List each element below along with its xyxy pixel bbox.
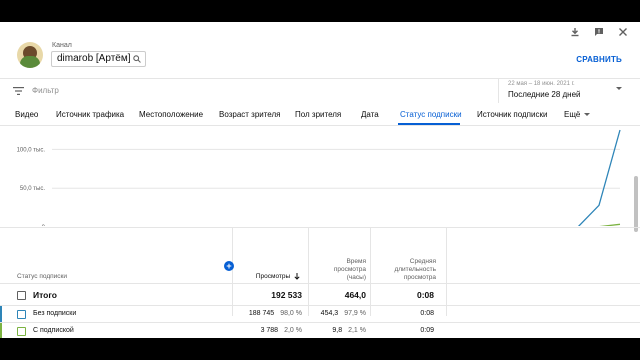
channel-name: dimarob [Артём] [57,53,131,64]
row-views-pct: 2,0 % [284,327,302,334]
table-row: С подпиской 3 788 2,0 % 9,8 2,1 % 0:09 [0,322,640,338]
tab-viewer-age[interactable]: Возраст зрителя [219,110,281,119]
total-checkbox[interactable] [17,291,26,300]
tab-more-label: Ещё [564,110,581,119]
row-watch-time-value: 9,8 [332,327,343,334]
tab-subscription-status[interactable]: Статус подписки [400,110,462,119]
row-watch-time: 454,3 97,9 % [308,310,366,317]
channel-avatar [17,42,43,68]
channel-selector[interactable]: dimarob [Артём] [51,51,146,67]
row-avg-duration: 0:08 [420,310,434,317]
table-row: Без подписки 188 745 98,0 % 454,3 97,9 % 0… [0,305,640,322]
views-header[interactable]: Просмотры [236,273,300,281]
row-views-value: 3 788 [260,327,279,334]
tab-more[interactable]: Ещё [564,110,591,119]
series-color-mark [0,323,2,338]
row-views: 3 788 2,0 % [232,327,302,334]
channel-label: Канал [52,42,72,49]
watch-time-header-line3: (часы) [346,274,366,281]
top-toolbar [570,27,628,37]
row-watch-time-pct: 97,9 % [344,310,366,317]
add-metric-button[interactable]: + [224,261,234,271]
series-checkbox[interactable] [17,310,26,319]
total-views: 192 533 [271,290,302,300]
row-label: Без подписки [33,310,77,317]
filter-bar: Фильтр 22 мая – 18 июн. 2021 г. Последни… [0,78,640,103]
tab-date[interactable]: Дата [361,110,379,119]
row-views: 188 745 98,0 % [232,310,302,317]
total-label: Итого [33,290,57,300]
row-label: С подпиской [33,327,74,334]
chevron-down-icon [584,113,591,117]
tab-viewer-gender[interactable]: Пол зрителя [295,110,341,119]
views-header-label: Просмотры [255,273,291,281]
series-color-mark [0,306,2,322]
tab-location[interactable]: Местоположение [139,110,203,119]
feedback-icon[interactable] [594,27,604,37]
chart-svg: 100,0 тыс.50,0 тыс.022 мая 2021 г.27 мая… [17,129,621,226]
line-chart: 100,0 тыс.50,0 тыс.022 мая 2021 г.27 мая… [0,126,640,232]
download-icon[interactable] [570,27,580,37]
avg-duration-header-line3: просмотра [403,274,436,281]
date-range-selector[interactable]: 22 мая – 18 июн. 2021 г. Последние 28 дн… [498,79,638,103]
data-table: + Статус подписки Просмотры Время просмо… [0,227,640,338]
avg-duration-header[interactable]: Средняя длительность просмотра [372,258,436,282]
y-tick-label: 100,0 тыс. [17,147,46,153]
date-range-text: 22 мая – 18 июн. 2021 г. [508,81,575,87]
y-tick-label: 50,0 тыс. [20,186,45,192]
series-line [577,129,621,226]
row-watch-time: 9,8 2,1 % [308,327,366,334]
date-period-label: Последние 28 дней [508,90,581,99]
active-tab-indicator [398,123,460,125]
tab-video[interactable]: Видео [15,110,38,119]
avg-duration-header-line1: Средняя [409,258,436,265]
table-row-total: Итого 192 533 464,0 0:08 [0,283,640,305]
y-tick-label: 0 [42,225,46,226]
row-views-value: 188 745 [248,310,275,317]
filter-icon[interactable] [13,87,24,95]
series-line [599,223,621,226]
series-checkbox[interactable] [17,327,26,336]
total-watch-time: 464,0 [344,290,366,300]
tab-subscription-source[interactable]: Источник подписки [477,110,547,119]
watch-time-header-line1: Время [346,258,366,265]
watch-time-header[interactable]: Время просмотра (часы) [310,258,366,282]
scrollbar[interactable] [634,176,638,232]
sort-down-icon [294,273,300,280]
row-watch-time-value: 454,3 [320,310,339,317]
row-views-pct: 98,0 % [280,310,302,317]
close-icon[interactable] [618,27,628,37]
report-tabs: Видео Источник трафика Местоположение Во… [0,104,640,126]
watch-time-header-line2: просмотра [333,266,366,273]
dimension-header: Статус подписки [17,273,68,280]
row-watch-time-pct: 2,1 % [348,327,366,334]
row-avg-duration: 0:09 [420,327,434,334]
chevron-down-icon [616,87,622,90]
tab-traffic-source[interactable]: Источник трафика [56,110,124,119]
avg-duration-header-line2: длительность [394,266,436,273]
compare-button[interactable]: СРАВНИТЬ [576,55,622,64]
search-icon[interactable] [133,55,141,63]
analytics-panel: Канал dimarob [Артём] СРАВНИТЬ Фильтр 22… [0,22,640,338]
filter-input[interactable]: Фильтр [32,86,59,95]
total-avg-duration: 0:08 [416,290,434,300]
